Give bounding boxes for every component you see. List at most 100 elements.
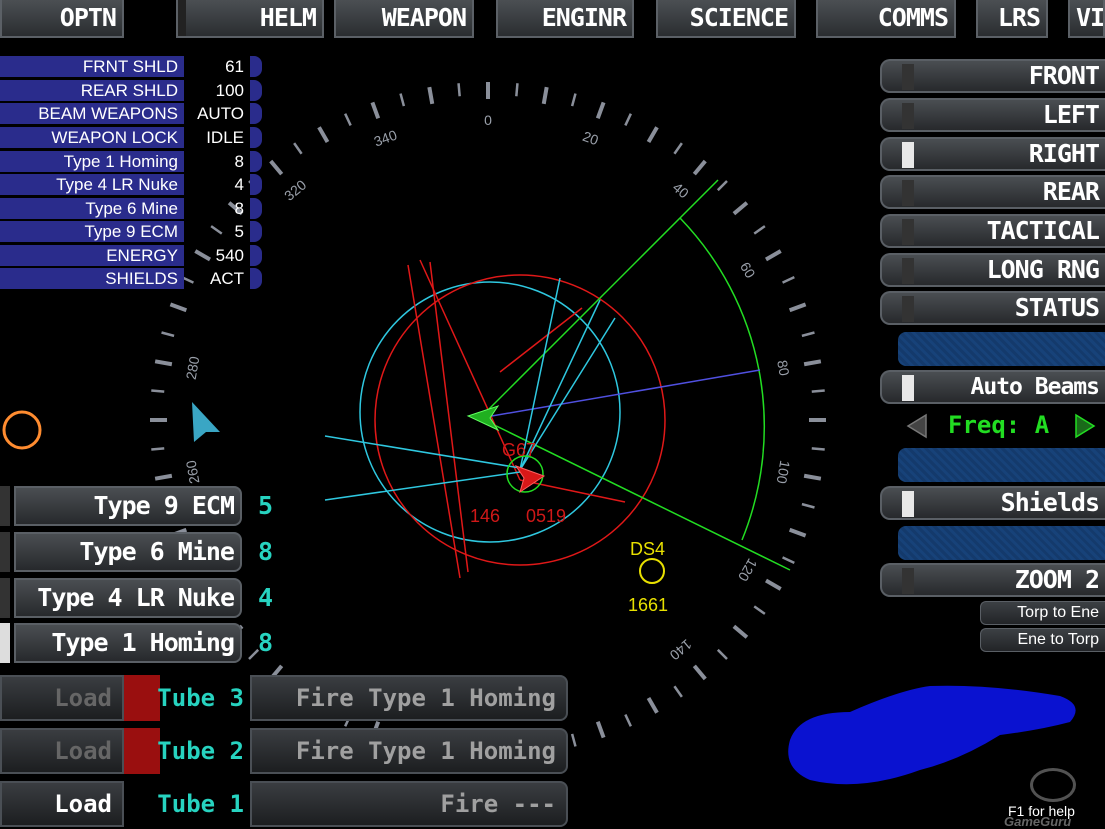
weapon-indicator	[0, 623, 10, 663]
status-label: BEAM WEAPONS	[0, 103, 184, 124]
heading-tick	[782, 276, 795, 284]
heading-label: 80	[774, 359, 792, 377]
heading-tick	[570, 733, 577, 747]
load-tube-1-button[interactable]: Load	[0, 781, 124, 827]
status-cap	[250, 151, 262, 172]
heading-tick	[624, 113, 632, 126]
heading-tick	[801, 331, 815, 338]
view-left-button[interactable]: LEFT	[880, 98, 1105, 132]
status-row: SHIELDS ACT	[0, 268, 262, 290]
status-value: 4	[234, 175, 244, 194]
view-label: RIGHT	[1028, 139, 1100, 168]
heading-tick	[541, 86, 549, 105]
zoom-label: ZOOM 2	[1014, 565, 1100, 594]
watermark-logo-icon	[1030, 768, 1076, 802]
heading-tick	[293, 142, 303, 155]
toggle-indicator	[902, 375, 914, 401]
status-row: ENERGY 540	[0, 245, 262, 267]
heading-label: 260	[183, 459, 203, 485]
load-tube-2-button[interactable]: Load	[0, 728, 124, 774]
status-cap	[250, 127, 262, 148]
heading-tick	[161, 331, 175, 338]
tube-label: Tube 2	[157, 737, 244, 765]
view-long-rng-button[interactable]: LONG RNG	[880, 253, 1105, 287]
weapon-range-circle	[374, 274, 666, 566]
heading-tick	[427, 86, 435, 105]
fire-tube-2-button[interactable]: Fire Type 1 Homing	[250, 728, 568, 774]
heading-tick	[269, 159, 284, 176]
view-label: LEFT	[1042, 100, 1100, 129]
heading-tick	[764, 249, 782, 262]
heading-tick	[692, 664, 707, 681]
status-value: 5	[234, 222, 244, 241]
shields-button[interactable]: Shields	[880, 486, 1105, 520]
tube-loading-indicator	[124, 675, 160, 721]
torp-to-ene-button[interactable]: Torp to Ene	[980, 601, 1105, 625]
zoom-button[interactable]: ZOOM 2	[880, 563, 1105, 597]
weapon-homing-button[interactable]: Type 1 Homing	[14, 623, 242, 663]
ene-to-torp-button[interactable]: Ene to Torp	[980, 628, 1105, 652]
toggle-indicator	[902, 568, 914, 594]
status-cap	[250, 268, 262, 289]
heading-tick	[154, 473, 173, 481]
auto-beams-button[interactable]: Auto Beams	[880, 370, 1105, 404]
fire-tube-3-button[interactable]: Fire Type 1 Homing	[250, 675, 568, 721]
heading-tick	[692, 159, 707, 176]
freq-label: Freq: A	[948, 411, 1050, 439]
status-cap	[250, 80, 262, 101]
target-range: 0519	[526, 506, 566, 526]
heading-tick	[370, 101, 381, 120]
status-cap	[250, 245, 262, 266]
tube-loading-indicator	[124, 728, 160, 774]
heading-label: 320	[281, 176, 309, 203]
heading-tick	[788, 527, 807, 538]
freq-selector: Freq: A	[900, 407, 1105, 445]
planet-marker	[2, 410, 42, 450]
view-rear-button[interactable]: REAR	[880, 175, 1105, 209]
load-tube-3-button[interactable]: Load	[0, 675, 124, 721]
heading-tick	[811, 447, 825, 451]
chevron-right-icon[interactable]	[1072, 413, 1098, 439]
weapon-ecm-button[interactable]: Type 9 ECM	[14, 486, 242, 526]
status-label: Type 6 Mine	[0, 198, 184, 219]
info-bar	[898, 332, 1105, 366]
target-label: G67	[502, 440, 536, 460]
chevron-left-icon[interactable]	[904, 413, 930, 439]
view-front-button[interactable]: FRONT	[880, 59, 1105, 93]
weapon-count: 8	[258, 628, 274, 657]
status-value: 100	[215, 81, 244, 100]
view-status-button[interactable]: STATUS	[880, 291, 1105, 325]
heading-tick	[764, 578, 782, 591]
weapon-count: 8	[258, 537, 274, 566]
view-right-button[interactable]: RIGHT	[880, 137, 1105, 171]
view-indicator	[902, 296, 914, 322]
heading-tick	[595, 101, 606, 120]
contact-arrow-icon	[192, 402, 220, 442]
status-label: Type 1 Homing	[0, 151, 184, 172]
status-row: Type 1 Homing 8	[0, 151, 262, 173]
status-value: 8	[234, 152, 244, 171]
info-bar	[898, 448, 1105, 482]
heading-tick	[624, 714, 632, 727]
view-label: REAR	[1042, 177, 1100, 206]
status-label: ENERGY	[0, 245, 184, 266]
status-value: 540	[215, 246, 244, 265]
fire-tube-1-button[interactable]: Fire ---	[250, 781, 568, 827]
heading-label: 340	[372, 127, 400, 150]
view-tactical-button[interactable]: TACTICAL	[880, 214, 1105, 248]
status-value: ACT	[210, 269, 244, 288]
target-bearing: 146	[470, 506, 500, 526]
heading-tick	[151, 389, 165, 393]
heading-label: 60	[737, 259, 759, 281]
station-range: 1661	[628, 595, 668, 615]
status-value: AUTO	[197, 104, 244, 123]
weapon-mine-button[interactable]: Type 6 Mine	[14, 532, 242, 572]
nebula-shape	[788, 685, 1076, 785]
status-row: BEAM WEAPONS AUTO	[0, 103, 262, 125]
heading-tick	[673, 142, 683, 155]
weapon-nuke-button[interactable]: Type 4 LR Nuke	[14, 578, 242, 618]
view-indicator	[902, 142, 914, 168]
own-ship-marker	[466, 405, 500, 432]
status-label: REAR SHLD	[0, 80, 184, 101]
tube-1-status: Tube 1	[124, 781, 248, 827]
